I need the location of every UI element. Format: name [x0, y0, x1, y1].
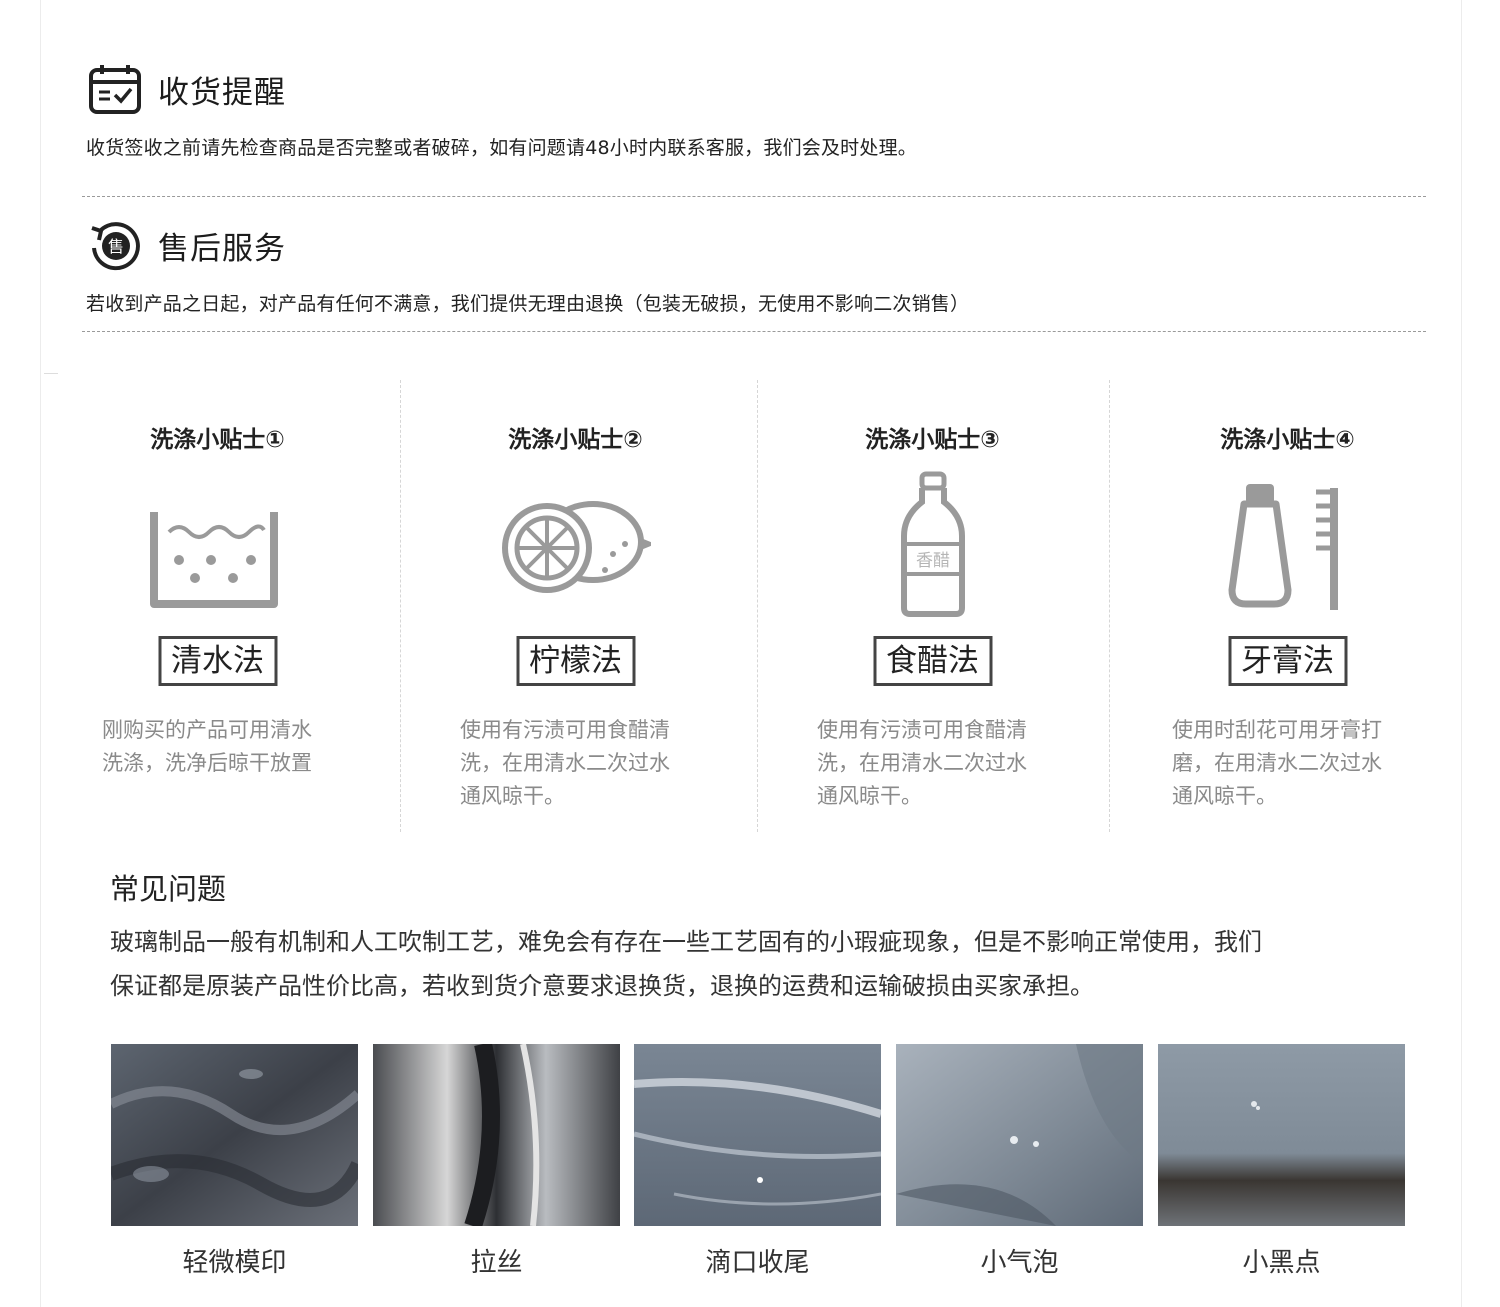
bottle-label: 香醋: [916, 551, 950, 571]
tip-description: 使用有污渍可用食醋清 洗，在用清水二次过水 通风晾干。: [460, 714, 710, 813]
faq-text: 玻璃制品一般有机制和人工吹制工艺，难免会有存在一些工艺固有的小瑕疵现象，但是不影…: [110, 920, 1420, 1008]
defect-item: 滴口收尾: [634, 1044, 881, 1279]
tip-method: 清水法: [158, 636, 277, 686]
page: 收货提醒 收货签收之前请先检查商品是否完整或者破碎，如有问题请48小时内联系客服…: [0, 0, 1500, 1307]
tip-method: 柠檬法: [516, 636, 635, 686]
tip-method: 食醋法: [873, 636, 992, 686]
defect-photo-black-spot: [1158, 1044, 1405, 1226]
tip-title: 洗涤小贴士②: [508, 427, 643, 453]
receipt-text: 收货签收之前请先检查商品是否完整或者破碎，如有问题请48小时内联系客服，我们会及…: [86, 137, 917, 159]
tip-desc-line: 洗，在用清水二次过水: [817, 751, 1027, 775]
tip-desc-line: 通风晾干。: [460, 784, 565, 808]
tip-title: 洗涤小贴士①: [150, 427, 285, 453]
defect-item: 小气泡: [896, 1044, 1143, 1279]
defect-photo-mold-mark: [111, 1044, 358, 1226]
tip-desc-line: 使用时刮花可用牙膏打: [1172, 718, 1382, 742]
tip-desc-line: 使用有污渍可用食醋清: [460, 718, 670, 742]
defect-caption: 小黑点: [1242, 1248, 1321, 1278]
defect-photo-drip-end: [634, 1044, 881, 1226]
tip-description: 刚购买的产品可用清水 洗涤，洗净后晾干放置: [102, 714, 352, 780]
tip-description: 使用有污渍可用食醋清 洗，在用清水二次过水 通风晾干。: [817, 714, 1067, 813]
tip-desc-line: 洗，在用清水二次过水: [460, 751, 670, 775]
decorative-mark: [44, 373, 58, 374]
after-sales-icon-char: 售: [108, 237, 124, 256]
after-sales-header: 售 售后服务: [88, 218, 286, 272]
receipt-header: 收货提醒: [88, 62, 286, 116]
defect-caption: 拉丝: [470, 1248, 523, 1278]
faq-line: 保证都是原装产品性价比高，若收到货介意要求退换货，退换的运费和运输破损由买家承担…: [110, 972, 1094, 1000]
tip-title: 洗涤小贴士④: [1220, 427, 1355, 453]
vinegar-bottle-icon: 香醋: [898, 470, 968, 622]
tip-card-3: 洗涤小贴士③ 香醋 食醋法 使用有污渍可用食醋清 洗，在用清水二次过水 通风晾干…: [755, 380, 1110, 832]
tip-card-4: 洗涤小贴士④ 牙膏法 使用时刮花可用牙膏打 磨，在用清水二次过水 通风晾干。: [1110, 380, 1465, 832]
water-basin-icon: [149, 474, 279, 618]
washing-tips: 洗涤小贴士① 清水法 刚购买的产品可用清水 洗涤，洗净后晾干放置 洗涤小贴士② …: [40, 380, 1462, 832]
section-divider: [82, 196, 1426, 197]
defect-caption: 轻微模印: [182, 1248, 287, 1278]
tip-card-2: 洗涤小贴士② 柠檬法 使用有污渍可用食醋清 洗，在用清水二次过水 通风晾干。: [398, 380, 753, 832]
after-sales-refresh-icon: 售: [91, 222, 140, 271]
section-divider: [82, 331, 1426, 332]
tip-desc-line: 通风晾干。: [1172, 784, 1277, 808]
defect-photo-bubble: [896, 1044, 1143, 1226]
receipt-checklist-icon: [89, 65, 141, 114]
lemon-icon: [501, 474, 656, 618]
toothpaste-brush-icon: [1228, 480, 1348, 619]
tip-title: 洗涤小贴士③: [865, 427, 1000, 453]
defect-gallery: 轻微模印 拉丝 滴口收尾 小气泡 小黑点: [111, 1044, 1405, 1284]
after-sales-title: 售后服务: [158, 230, 286, 267]
faq-line: 玻璃制品一般有机制和人工吹制工艺，难免会有存在一些工艺固有的小瑕疵现象，但是不影…: [110, 928, 1262, 956]
tip-desc-line: 洗涤，洗净后晾干放置: [102, 751, 312, 775]
tip-method: 牙膏法: [1228, 636, 1347, 686]
tip-desc-line: 使用有污渍可用食醋清: [817, 718, 1027, 742]
defect-caption: 滴口收尾: [705, 1248, 810, 1278]
defect-caption: 小气泡: [980, 1248, 1059, 1278]
tip-card-1: 洗涤小贴士① 清水法 刚购买的产品可用清水 洗涤，洗净后晾干放置: [40, 380, 395, 832]
faq-title: 常见问题: [110, 872, 227, 906]
tip-desc-line: 刚购买的产品可用清水: [102, 718, 312, 742]
tip-desc-line: 磨，在用清水二次过水: [1172, 751, 1382, 775]
receipt-title: 收货提醒: [158, 74, 286, 111]
defect-item: 轻微模印: [111, 1044, 358, 1279]
defect-item: 小黑点: [1158, 1044, 1405, 1279]
tip-description: 使用时刮花可用牙膏打 磨，在用清水二次过水 通风晾干。: [1172, 714, 1422, 813]
defect-item: 拉丝: [373, 1044, 620, 1279]
after-sales-text: 若收到产品之日起，对产品有任何不满意，我们提供无理由退换（包装无破损，无使用不影…: [86, 293, 970, 315]
defect-photo-streak: [373, 1044, 620, 1226]
tip-desc-line: 通风晾干。: [817, 784, 922, 808]
